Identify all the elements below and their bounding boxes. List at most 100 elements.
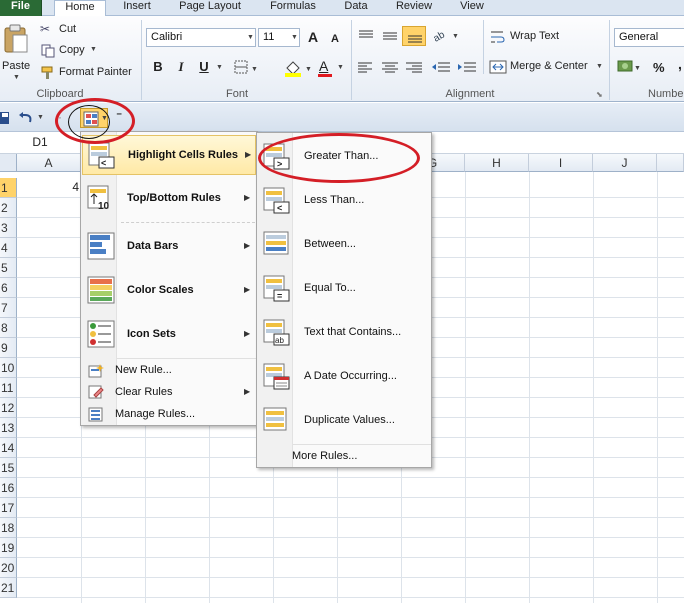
- row-header[interactable]: 4: [0, 238, 17, 258]
- row-header[interactable]: 14: [0, 438, 17, 458]
- tab-file[interactable]: File: [0, 0, 42, 16]
- dialog-launcher-icon[interactable]: ⬊: [596, 90, 603, 99]
- decrease-indent-icon[interactable]: [430, 60, 452, 76]
- column-header[interactable]: A: [17, 154, 81, 172]
- column-header[interactable]: J: [593, 154, 657, 172]
- row-header[interactable]: 20: [0, 558, 17, 578]
- save-icon[interactable]: [0, 111, 10, 125]
- row-header[interactable]: 1: [0, 178, 17, 198]
- row-header[interactable]: 15: [0, 458, 17, 478]
- cut-button[interactable]: ✂ Cut: [40, 22, 100, 38]
- grid-line: [17, 557, 684, 558]
- row-header[interactable]: 6: [0, 278, 17, 298]
- borders-icon[interactable]: ▼: [234, 60, 262, 76]
- menu-item-label: Data Bars: [127, 240, 179, 252]
- menu-item-new-rule[interactable]: New Rule...: [82, 361, 256, 381]
- menu-item-data-bars[interactable]: Data Bars ▶: [82, 227, 256, 267]
- shrink-font-button[interactable]: A: [326, 30, 344, 48]
- submenu-item-more-rules[interactable]: More Rules...: [258, 447, 430, 467]
- row-header[interactable]: 11: [0, 378, 17, 398]
- underline-button[interactable]: U: [195, 58, 213, 76]
- paintbrush-icon: [41, 66, 53, 79]
- row-header[interactable]: 2: [0, 198, 17, 218]
- chevron-down-icon: ▼: [216, 64, 223, 71]
- paste-button[interactable]: Paste ▼: [0, 20, 34, 86]
- grow-font-button[interactable]: A: [304, 28, 322, 46]
- row-header[interactable]: 19: [0, 538, 17, 558]
- row-header[interactable]: 17: [0, 498, 17, 518]
- ribbon-home: Paste ▼ ✂ Cut Copy ▼ Format Painter Clip…: [0, 16, 684, 102]
- row-header[interactable]: 10: [0, 358, 17, 378]
- fill-color-icon[interactable]: ▼: [283, 58, 317, 78]
- column-header[interactable]: [657, 154, 684, 172]
- align-right-icon[interactable]: [404, 60, 424, 76]
- format-painter-button[interactable]: Format Painter: [40, 65, 138, 81]
- align-bottom-button[interactable]: [402, 26, 426, 46]
- submenu-item-duplicate-values[interactable]: Duplicate Values...: [258, 401, 430, 441]
- row-header[interactable]: 8: [0, 318, 17, 338]
- row-header[interactable]: 7: [0, 298, 17, 318]
- grid-line: [17, 497, 684, 498]
- currency-icon[interactable]: ▼: [617, 58, 643, 76]
- number-format-box[interactable]: General: [614, 28, 684, 47]
- align-center-icon[interactable]: [380, 60, 400, 76]
- submenu-item-label: A Date Occurring...: [304, 370, 397, 382]
- submenu-item-between[interactable]: Between...: [258, 225, 430, 265]
- menu-item-label: New Rule...: [115, 364, 172, 376]
- select-all-corner[interactable]: [0, 154, 17, 172]
- column-header[interactable]: I: [529, 154, 593, 172]
- row-header[interactable]: 16: [0, 478, 17, 498]
- submenu-item-less-than[interactable]: < Less Than...: [258, 181, 430, 221]
- increase-indent-icon[interactable]: [456, 60, 478, 76]
- group-divider: [351, 20, 352, 100]
- tab-view[interactable]: View: [450, 0, 494, 16]
- equal-to-icon: =: [263, 275, 290, 302]
- menu-item-manage-rules[interactable]: Manage Rules...: [82, 405, 256, 425]
- tab-review[interactable]: Review: [386, 0, 442, 16]
- cell-a1[interactable]: 4: [17, 178, 79, 197]
- bold-button[interactable]: B: [149, 58, 167, 76]
- menu-item-color-scales[interactable]: Color Scales ▶: [82, 271, 256, 311]
- submenu-item-date-occurring[interactable]: A Date Occurring...: [258, 357, 430, 397]
- submenu-item-text-contains[interactable]: ab Text that Contains...: [258, 313, 430, 353]
- align-middle-icon[interactable]: [380, 28, 400, 44]
- chevron-right-icon: ▶: [244, 329, 251, 338]
- orientation-icon[interactable]: ab ▼: [430, 26, 464, 46]
- copy-button[interactable]: Copy ▼: [40, 43, 110, 59]
- row-header[interactable]: 18: [0, 518, 17, 538]
- scissors-icon: ✂: [40, 22, 51, 36]
- tab-data[interactable]: Data: [334, 0, 378, 16]
- menu-item-clear-rules[interactable]: Clear Rules ▶: [82, 383, 256, 403]
- align-top-icon[interactable]: [356, 28, 376, 44]
- align-left-icon[interactable]: [356, 60, 376, 76]
- row-header[interactable]: 12: [0, 398, 17, 418]
- row-header[interactable]: 13: [0, 418, 17, 438]
- column-header[interactable]: H: [465, 154, 529, 172]
- tab-formulas[interactable]: Formulas: [260, 0, 326, 16]
- comma-button[interactable]: ,: [678, 56, 682, 72]
- row-header[interactable]: 9: [0, 338, 17, 358]
- row-header[interactable]: 5: [0, 258, 17, 278]
- tab-insert[interactable]: Insert: [112, 0, 162, 16]
- row-header[interactable]: 3: [0, 218, 17, 238]
- merge-center-button[interactable]: Merge & Center ▼: [489, 58, 607, 76]
- submenu-item-equal-to[interactable]: = Equal To...: [258, 269, 430, 309]
- tab-home[interactable]: Home: [54, 0, 106, 17]
- font-group-label: Font: [225, 88, 248, 100]
- percent-button[interactable]: %: [653, 60, 665, 75]
- tab-page-layout[interactable]: Page Layout: [170, 0, 250, 16]
- menu-item-icon-sets[interactable]: Icon Sets ▶: [82, 315, 256, 355]
- svg-text:▼: ▼: [305, 66, 312, 73]
- font-name-box[interactable]: Calibri ▼: [146, 28, 256, 47]
- font-size-box[interactable]: 11 ▼: [258, 28, 300, 47]
- menu-item-top-bottom-rules[interactable]: 10 Top/Bottom Rules ▶: [82, 179, 256, 219]
- undo-icon[interactable]: [18, 111, 34, 125]
- chevron-down-icon[interactable]: ▼: [37, 114, 44, 121]
- wrap-text-button[interactable]: Wrap Text: [489, 28, 569, 46]
- italic-button[interactable]: I: [172, 58, 190, 76]
- menu-item-label: Top/Bottom Rules: [127, 192, 221, 204]
- svg-text:10: 10: [98, 201, 110, 212]
- format-painter-label: Format Painter: [59, 66, 132, 78]
- row-header[interactable]: 21: [0, 578, 17, 598]
- font-color-button[interactable]: A ▼: [317, 58, 345, 78]
